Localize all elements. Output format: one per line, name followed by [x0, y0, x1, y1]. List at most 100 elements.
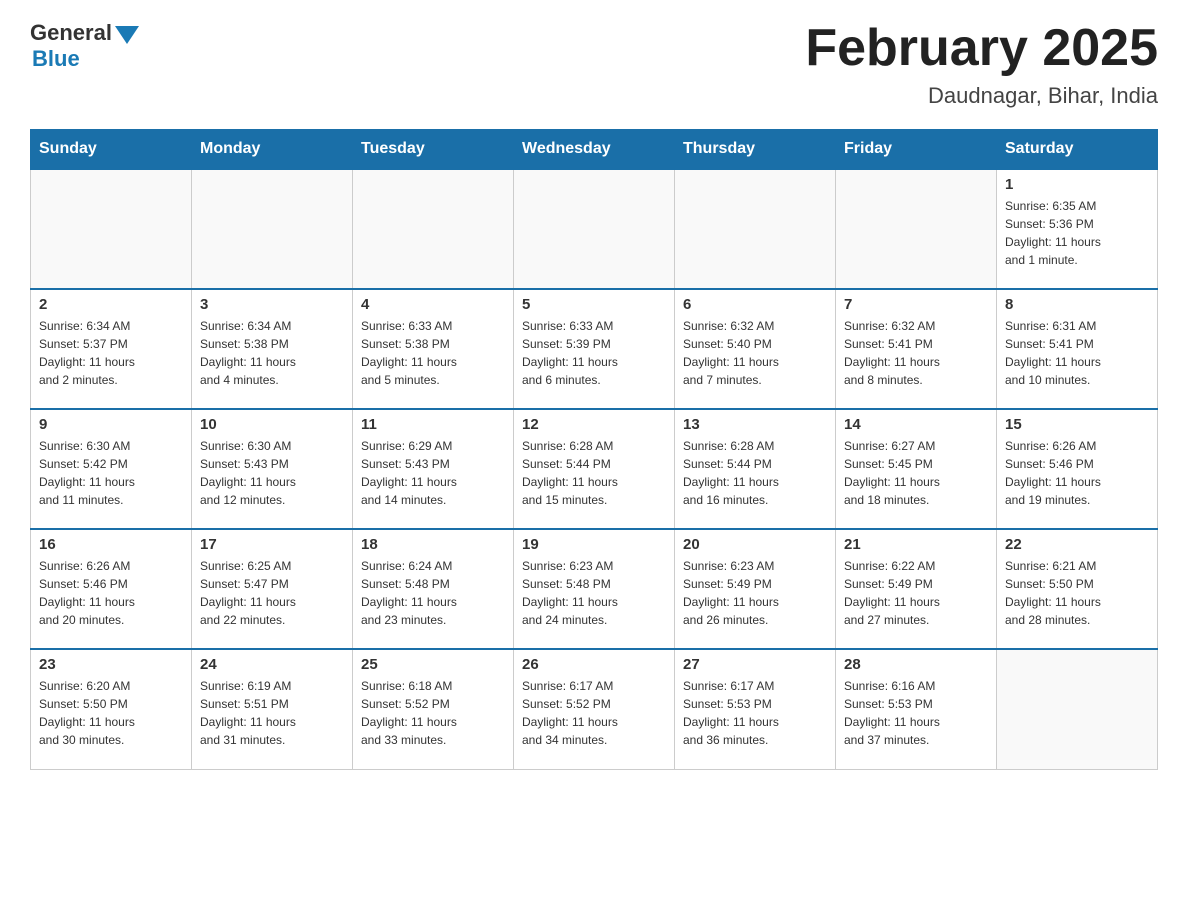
day-number: 2 [39, 296, 183, 313]
day-number: 24 [200, 656, 344, 673]
day-number: 27 [683, 656, 827, 673]
day-number: 21 [844, 536, 988, 553]
calendar-cell [31, 169, 192, 289]
calendar-cell [675, 169, 836, 289]
calendar-cell: 17 Sunrise: 6:25 AM Sunset: 5:47 PM Dayli… [192, 529, 353, 649]
day-info: Sunrise: 6:32 AM Sunset: 5:41 PM Dayligh… [844, 317, 988, 389]
day-number: 5 [522, 296, 666, 313]
day-number: 25 [361, 656, 505, 673]
calendar-title: February 2025 [805, 20, 1158, 77]
calendar-cell: 23Sunrise: 6:20 AM Sunset: 5:50 PM Dayli… [31, 649, 192, 769]
calendar-cell: 3Sunrise: 6:34 AM Sunset: 5:38 PM Daylig… [192, 289, 353, 409]
day-number: 19 [522, 536, 666, 553]
calendar-cell: 27 Sunrise: 6:17 AM Sunset: 5:53 PM Dayli… [675, 649, 836, 769]
header-monday: Monday [192, 130, 353, 170]
header-friday: Friday [836, 130, 997, 170]
calendar-cell [353, 169, 514, 289]
calendar-cell: 12 Sunrise: 6:28 AM Sunset: 5:44 PM Dayli… [514, 409, 675, 529]
day-number: 22 [1005, 536, 1149, 553]
logo-blue-text: Blue [32, 46, 80, 72]
day-info: Sunrise: 6:17 AM Sunset: 5:52 PM Dayligh… [522, 677, 666, 749]
header-tuesday: Tuesday [353, 130, 514, 170]
calendar-cell: 9Sunrise: 6:30 AM Sunset: 5:42 PM Daylig… [31, 409, 192, 529]
day-info: Sunrise: 6:33 AM Sunset: 5:38 PM Dayligh… [361, 317, 505, 389]
calendar-cell: 21 Sunrise: 6:22 AM Sunset: 5:49 PM Dayli… [836, 529, 997, 649]
calendar-cell: 22 Sunrise: 6:21 AM Sunset: 5:50 PM Dayli… [997, 529, 1158, 649]
calendar-cell: 1 Sunrise: 6:35 AM Sunset: 5:36 PM Daylig… [997, 169, 1158, 289]
day-info: Sunrise: 6:23 AM Sunset: 5:48 PM Dayligh… [522, 557, 666, 629]
calendar-cell [514, 169, 675, 289]
day-info: Sunrise: 6:16 AM Sunset: 5:53 PM Dayligh… [844, 677, 988, 749]
day-info: Sunrise: 6:25 AM Sunset: 5:47 PM Dayligh… [200, 557, 344, 629]
day-info: Sunrise: 6:28 AM Sunset: 5:44 PM Dayligh… [522, 437, 666, 509]
calendar-cell [836, 169, 997, 289]
logo-triangle-icon [115, 26, 139, 44]
calendar-cell: 13 Sunrise: 6:28 AM Sunset: 5:44 PM Dayli… [675, 409, 836, 529]
calendar-cell: 2 Sunrise: 6:34 AM Sunset: 5:37 PM Daylig… [31, 289, 192, 409]
day-number: 3 [200, 296, 344, 313]
logo-general-text: General [30, 20, 112, 46]
calendar-cell: 15 Sunrise: 6:26 AM Sunset: 5:46 PM Dayli… [997, 409, 1158, 529]
calendar-subtitle: Daudnagar, Bihar, India [805, 83, 1158, 109]
day-number: 16 [39, 536, 183, 553]
calendar-cell: 20 Sunrise: 6:23 AM Sunset: 5:49 PM Dayli… [675, 529, 836, 649]
calendar-cell [997, 649, 1158, 769]
day-info: Sunrise: 6:31 AM Sunset: 5:41 PM Dayligh… [1005, 317, 1149, 389]
calendar-cell: 10 Sunrise: 6:30 AM Sunset: 5:43 PM Dayli… [192, 409, 353, 529]
calendar-cell: 24 Sunrise: 6:19 AM Sunset: 5:51 PM Dayli… [192, 649, 353, 769]
day-info: Sunrise: 6:28 AM Sunset: 5:44 PM Dayligh… [683, 437, 827, 509]
header-wednesday: Wednesday [514, 130, 675, 170]
calendar-cell: 7 Sunrise: 6:32 AM Sunset: 5:41 PM Daylig… [836, 289, 997, 409]
day-number: 4 [361, 296, 505, 313]
calendar-cell: 16 Sunrise: 6:26 AM Sunset: 5:46 PM Dayli… [31, 529, 192, 649]
day-info: Sunrise: 6:26 AM Sunset: 5:46 PM Dayligh… [39, 557, 183, 629]
day-number: 20 [683, 536, 827, 553]
day-info: Sunrise: 6:17 AM Sunset: 5:53 PM Dayligh… [683, 677, 827, 749]
day-info: Sunrise: 6:35 AM Sunset: 5:36 PM Dayligh… [1005, 197, 1149, 269]
day-number: 7 [844, 296, 988, 313]
calendar-cell: 18 Sunrise: 6:24 AM Sunset: 5:48 PM Dayli… [353, 529, 514, 649]
calendar-cell: 11 Sunrise: 6:29 AM Sunset: 5:43 PM Dayli… [353, 409, 514, 529]
day-info: Sunrise: 6:29 AM Sunset: 5:43 PM Dayligh… [361, 437, 505, 509]
calendar-body: 1 Sunrise: 6:35 AM Sunset: 5:36 PM Daylig… [31, 169, 1158, 769]
day-info: Sunrise: 6:18 AM Sunset: 5:52 PM Dayligh… [361, 677, 505, 749]
day-number: 6 [683, 296, 827, 313]
day-number: 26 [522, 656, 666, 673]
day-info: Sunrise: 6:22 AM Sunset: 5:49 PM Dayligh… [844, 557, 988, 629]
calendar-cell [192, 169, 353, 289]
day-info: Sunrise: 6:32 AM Sunset: 5:40 PM Dayligh… [683, 317, 827, 389]
calendar-table: SundayMondayTuesdayWednesdayThursdayFrid… [30, 129, 1158, 770]
day-info: Sunrise: 6:20 AM Sunset: 5:50 PM Dayligh… [39, 677, 183, 749]
day-number: 18 [361, 536, 505, 553]
day-number: 28 [844, 656, 988, 673]
day-number: 14 [844, 416, 988, 433]
calendar-cell: 25 Sunrise: 6:18 AM Sunset: 5:52 PM Dayli… [353, 649, 514, 769]
day-number: 11 [361, 416, 505, 433]
day-info: Sunrise: 6:19 AM Sunset: 5:51 PM Dayligh… [200, 677, 344, 749]
calendar-cell: 14Sunrise: 6:27 AM Sunset: 5:45 PM Dayli… [836, 409, 997, 529]
day-info: Sunrise: 6:30 AM Sunset: 5:43 PM Dayligh… [200, 437, 344, 509]
day-info: Sunrise: 6:23 AM Sunset: 5:49 PM Dayligh… [683, 557, 827, 629]
day-number: 1 [1005, 176, 1149, 193]
calendar-cell: 8 Sunrise: 6:31 AM Sunset: 5:41 PM Daylig… [997, 289, 1158, 409]
day-info: Sunrise: 6:21 AM Sunset: 5:50 PM Dayligh… [1005, 557, 1149, 629]
calendar-cell: 19 Sunrise: 6:23 AM Sunset: 5:48 PM Dayli… [514, 529, 675, 649]
day-info: Sunrise: 6:33 AM Sunset: 5:39 PM Dayligh… [522, 317, 666, 389]
header-saturday: Saturday [997, 130, 1158, 170]
day-number: 9 [39, 416, 183, 433]
calendar-cell: 6 Sunrise: 6:32 AM Sunset: 5:40 PM Daylig… [675, 289, 836, 409]
calendar-cell: 4 Sunrise: 6:33 AM Sunset: 5:38 PM Daylig… [353, 289, 514, 409]
day-number: 12 [522, 416, 666, 433]
day-number: 15 [1005, 416, 1149, 433]
day-number: 17 [200, 536, 344, 553]
day-number: 10 [200, 416, 344, 433]
title-section: February 2025 Daudnagar, Bihar, India [805, 20, 1158, 109]
calendar-cell: 28 Sunrise: 6:16 AM Sunset: 5:53 PM Dayli… [836, 649, 997, 769]
header-thursday: Thursday [675, 130, 836, 170]
day-info: Sunrise: 6:24 AM Sunset: 5:48 PM Dayligh… [361, 557, 505, 629]
logo: General Blue [30, 20, 139, 72]
day-number: 13 [683, 416, 827, 433]
day-number: 8 [1005, 296, 1149, 313]
day-info: Sunrise: 6:26 AM Sunset: 5:46 PM Dayligh… [1005, 437, 1149, 509]
day-info: Sunrise: 6:34 AM Sunset: 5:37 PM Dayligh… [39, 317, 183, 389]
